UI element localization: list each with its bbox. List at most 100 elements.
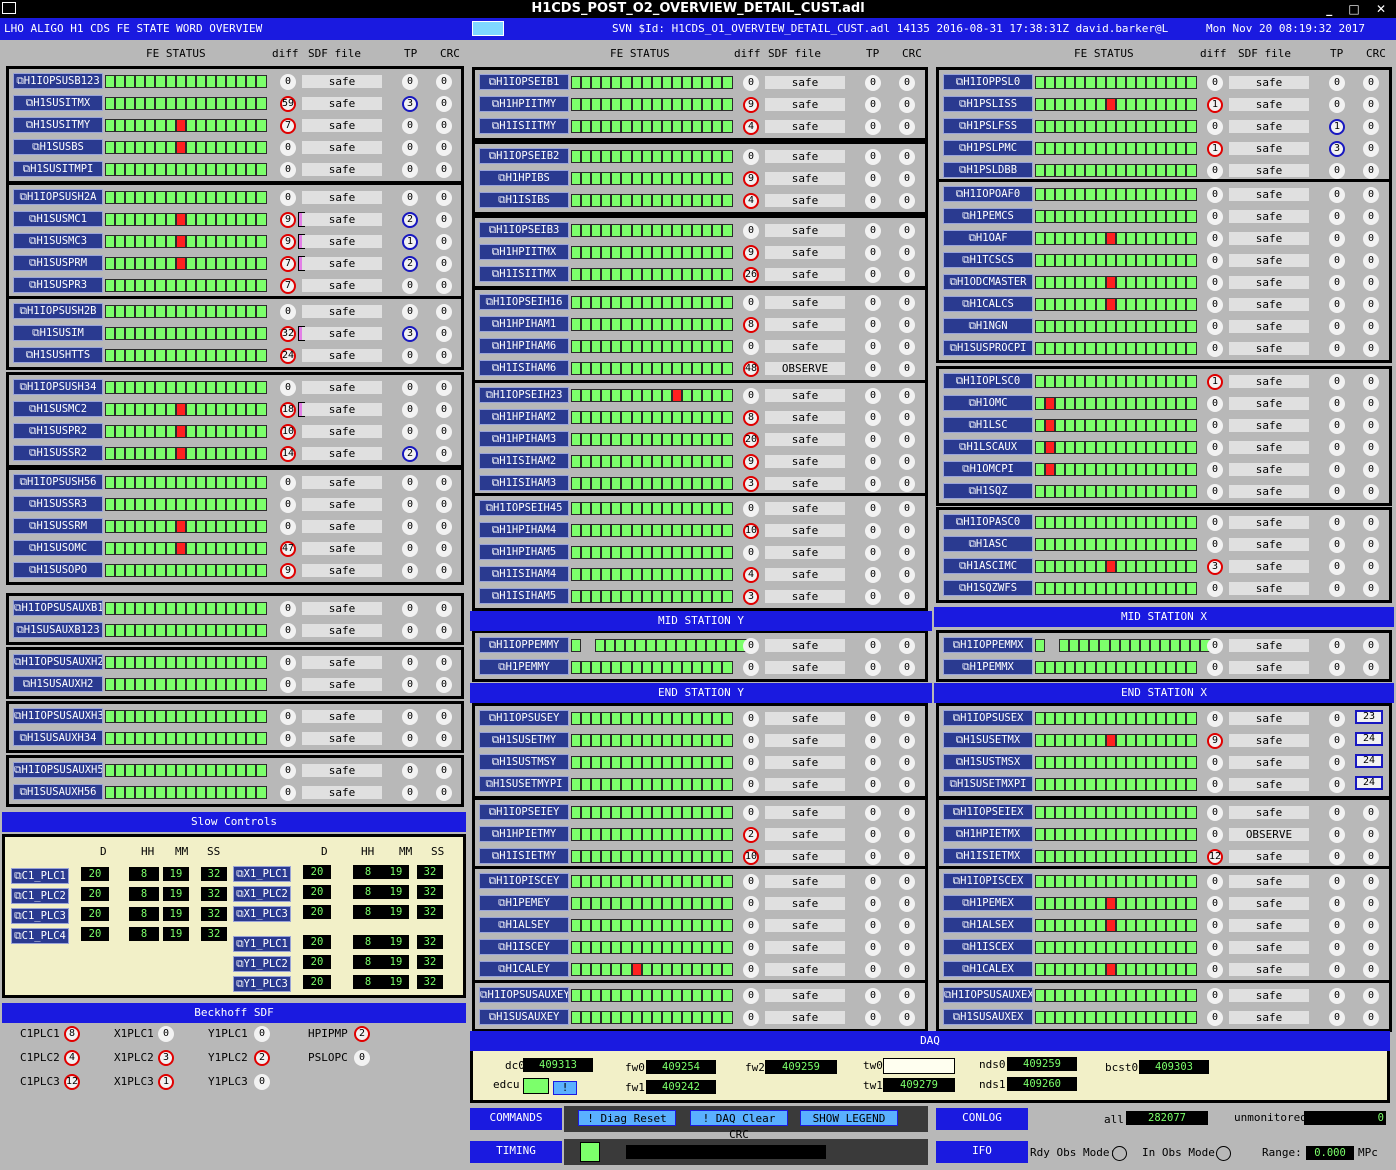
model-button-h1sqz[interactable]: ⧉H1SQZ	[943, 483, 1033, 499]
model-button-h1omcpi[interactable]: ⧉H1OMCPI	[943, 461, 1033, 477]
model-button-h1iopsusauxh34[interactable]: ⧉H1IOPSUSAUXH34	[13, 708, 103, 724]
model-button-h1susetmypi[interactable]: ⧉H1SUSETMYPI	[479, 776, 569, 792]
model-button-h1ioplsc0[interactable]: ⧉H1IOPLSC0	[943, 373, 1033, 389]
model-button-h1odcmaster[interactable]: ⧉H1ODCMASTER	[943, 274, 1033, 290]
model-button-h1susmc3[interactable]: ⧉H1SUSMC3	[13, 233, 103, 249]
window-controls[interactable]: _ □ ✕	[1326, 0, 1392, 18]
model-button-h1iopsush34[interactable]: ⧉H1IOPSUSH34	[13, 379, 103, 395]
plc-button-c1-plc1[interactable]: ⧉C1_PLC1	[11, 868, 69, 884]
model-button-h1tcscs[interactable]: ⧉H1TCSCS	[943, 252, 1033, 268]
model-button-h1susprocpi[interactable]: ⧉H1SUSPROCPI	[943, 340, 1033, 356]
plc-button-c1-plc4[interactable]: ⧉C1_PLC4	[11, 928, 69, 944]
model-button-h1susomc[interactable]: ⧉H1SUSOMC	[13, 540, 103, 556]
model-button-h1pemey[interactable]: ⧉H1PEMEY	[479, 895, 569, 911]
model-button-h1ascimc[interactable]: ⧉H1ASCIMC	[943, 558, 1033, 574]
model-button-h1susitmpi[interactable]: ⧉H1SUSITMPI	[13, 161, 103, 177]
model-button-h1pemmx[interactable]: ⧉H1PEMMX	[943, 659, 1033, 675]
model-button-h1susauxey[interactable]: ⧉H1SUSAUXEY	[479, 1009, 569, 1025]
model-button-h1pemcs[interactable]: ⧉H1PEMCS	[943, 208, 1033, 224]
model-button-h1hpiitmx[interactable]: ⧉H1HPIITMX	[479, 244, 569, 260]
model-button-h1hpietmy[interactable]: ⧉H1HPIETMY	[479, 826, 569, 842]
model-button-h1iopsusauxex[interactable]: ⧉H1IOPSUSAUXEX	[943, 987, 1033, 1003]
model-button-h1iopiscey[interactable]: ⧉H1IOPISCEY	[479, 873, 569, 889]
model-button-h1alsey[interactable]: ⧉H1ALSEY	[479, 917, 569, 933]
model-button-h1isietmx[interactable]: ⧉H1ISIETMX	[943, 848, 1033, 864]
model-button-h1hpiham5[interactable]: ⧉H1HPIHAM5	[479, 544, 569, 560]
model-button-h1calcs[interactable]: ⧉H1CALCS	[943, 296, 1033, 312]
model-button-h1iopsusey[interactable]: ⧉H1IOPSUSEY	[479, 710, 569, 726]
daq-edcu-button[interactable]: !	[553, 1081, 577, 1095]
model-button-h1hpiitmy[interactable]: ⧉H1HPIITMY	[479, 96, 569, 112]
model-button-h1iopseiex[interactable]: ⧉H1IOPSEIEX	[943, 804, 1033, 820]
model-button-h1susitmy[interactable]: ⧉H1SUSITMY	[13, 117, 103, 133]
model-button-h1susmc2[interactable]: ⧉H1SUSMC2	[13, 401, 103, 417]
model-button-h1ioppemmy[interactable]: ⧉H1IOPPEMMY	[479, 637, 569, 653]
model-button-h1suspr3[interactable]: ⧉H1SUSPR3	[13, 277, 103, 293]
model-button-h1sustmsx[interactable]: ⧉H1SUSTMSX	[943, 754, 1033, 770]
model-button-h1susetmy[interactable]: ⧉H1SUSETMY	[479, 732, 569, 748]
model-button-h1iopasc0[interactable]: ⧉H1IOPASC0	[943, 514, 1033, 530]
diag-reset-button[interactable]: ! Diag Reset	[578, 1110, 676, 1126]
plc-button-x1-plc1[interactable]: ⧉X1_PLC1	[233, 866, 291, 882]
model-button-h1omc[interactable]: ⧉H1OMC	[943, 395, 1033, 411]
model-button-h1iopiscex[interactable]: ⧉H1IOPISCEX	[943, 873, 1033, 889]
model-button-h1susauxh34[interactable]: ⧉H1SUSAUXH34	[13, 730, 103, 746]
model-button-h1susetmx[interactable]: ⧉H1SUSETMX	[943, 732, 1033, 748]
plc-button-x1-plc3[interactable]: ⧉X1_PLC3	[233, 906, 291, 922]
model-button-h1isiitmx[interactable]: ⧉H1ISIITMX	[479, 266, 569, 282]
model-button-h1susauxh56[interactable]: ⧉H1SUSAUXH56	[13, 784, 103, 800]
plc-button-y1-plc3[interactable]: ⧉Y1_PLC3	[233, 976, 291, 992]
model-button-h1oaf[interactable]: ⧉H1OAF	[943, 230, 1033, 246]
plc-button-y1-plc2[interactable]: ⧉Y1_PLC2	[233, 956, 291, 972]
model-button-h1ioppsl0[interactable]: ⧉H1IOPPSL0	[943, 74, 1033, 90]
model-button-h1isiham2[interactable]: ⧉H1ISIHAM2	[479, 453, 569, 469]
model-button-h1iopsusauxb123[interactable]: ⧉H1IOPSUSAUXB123	[13, 600, 103, 616]
model-button-h1isietmy[interactable]: ⧉H1ISIETMY	[479, 848, 569, 864]
model-button-h1iopseih23[interactable]: ⧉H1IOPSEIH23	[479, 387, 569, 403]
model-button-h1iopseih16[interactable]: ⧉H1IOPSEIH16	[479, 294, 569, 310]
model-button-h1susetmxpi[interactable]: ⧉H1SUSETMXPI	[943, 776, 1033, 792]
model-button-h1isiham5[interactable]: ⧉H1ISIHAM5	[479, 588, 569, 604]
model-button-h1iopsush2a[interactable]: ⧉H1IOPSUSH2A	[13, 189, 103, 205]
model-button-h1sussrm[interactable]: ⧉H1SUSSRM	[13, 518, 103, 534]
model-button-h1hpietmx[interactable]: ⧉H1HPIETMX	[943, 826, 1033, 842]
model-button-h1iopsush2b[interactable]: ⧉H1IOPSUSH2B	[13, 303, 103, 319]
model-button-h1hpiham2[interactable]: ⧉H1HPIHAM2	[479, 409, 569, 425]
model-button-h1susopo[interactable]: ⧉H1SUSOPO	[13, 562, 103, 578]
model-button-h1ngn[interactable]: ⧉H1NGN	[943, 318, 1033, 334]
model-button-h1sussr2[interactable]: ⧉H1SUSSR2	[13, 445, 103, 461]
plc-button-y1-plc1[interactable]: ⧉Y1_PLC1	[233, 936, 291, 952]
model-button-h1alsex[interactable]: ⧉H1ALSEX	[943, 917, 1033, 933]
model-button-h1hpiham6[interactable]: ⧉H1HPIHAM6	[479, 338, 569, 354]
model-button-h1pemex[interactable]: ⧉H1PEMEX	[943, 895, 1033, 911]
model-button-h1susauxh2[interactable]: ⧉H1SUSAUXH2	[13, 676, 103, 692]
model-button-h1asc[interactable]: ⧉H1ASC	[943, 536, 1033, 552]
window-menu-icon[interactable]	[2, 2, 16, 14]
model-button-h1iopoaf0[interactable]: ⧉H1IOPOAF0	[943, 186, 1033, 202]
model-button-h1lsc[interactable]: ⧉H1LSC	[943, 417, 1033, 433]
model-button-h1isiham4[interactable]: ⧉H1ISIHAM4	[479, 566, 569, 582]
model-button-h1pslpmc[interactable]: ⧉H1PSLPMC	[943, 140, 1033, 156]
model-button-h1susitmx[interactable]: ⧉H1SUSITMX	[13, 95, 103, 111]
plc-button-x1-plc2[interactable]: ⧉X1_PLC2	[233, 886, 291, 902]
model-button-h1iopseib3[interactable]: ⧉H1IOPSEIB3	[479, 222, 569, 238]
model-button-h1isiitmy[interactable]: ⧉H1ISIITMY	[479, 118, 569, 134]
model-button-h1iopsusauxh2[interactable]: ⧉H1IOPSUSAUXH2	[13, 654, 103, 670]
model-button-h1ioppemmx[interactable]: ⧉H1IOPPEMMX	[943, 637, 1033, 653]
model-button-h1isiham3[interactable]: ⧉H1ISIHAM3	[479, 475, 569, 491]
show-legend-button[interactable]: SHOW LEGEND	[800, 1110, 898, 1126]
model-button-h1lscaux[interactable]: ⧉H1LSCAUX	[943, 439, 1033, 455]
model-button-h1iopseiey[interactable]: ⧉H1IOPSEIEY	[479, 804, 569, 820]
model-button-h1sussr3[interactable]: ⧉H1SUSSR3	[13, 496, 103, 512]
model-button-h1sushtts[interactable]: ⧉H1SUSHTTS	[13, 347, 103, 363]
model-button-h1hpibs[interactable]: ⧉H1HPIBS	[479, 170, 569, 186]
model-button-h1hpiham1[interactable]: ⧉H1HPIHAM1	[479, 316, 569, 332]
model-button-h1psliss[interactable]: ⧉H1PSLISS	[943, 96, 1033, 112]
model-button-h1susprm[interactable]: ⧉H1SUSPRM	[13, 255, 103, 271]
model-button-h1hpiham4[interactable]: ⧉H1HPIHAM4	[479, 522, 569, 538]
model-button-h1sustmsy[interactable]: ⧉H1SUSTMSY	[479, 754, 569, 770]
model-button-h1iopseih45[interactable]: ⧉H1IOPSEIH45	[479, 500, 569, 516]
model-button-h1isiham6[interactable]: ⧉H1ISIHAM6	[479, 360, 569, 376]
model-button-h1caley[interactable]: ⧉H1CALEY	[479, 961, 569, 977]
model-button-h1hpiham3[interactable]: ⧉H1HPIHAM3	[479, 431, 569, 447]
